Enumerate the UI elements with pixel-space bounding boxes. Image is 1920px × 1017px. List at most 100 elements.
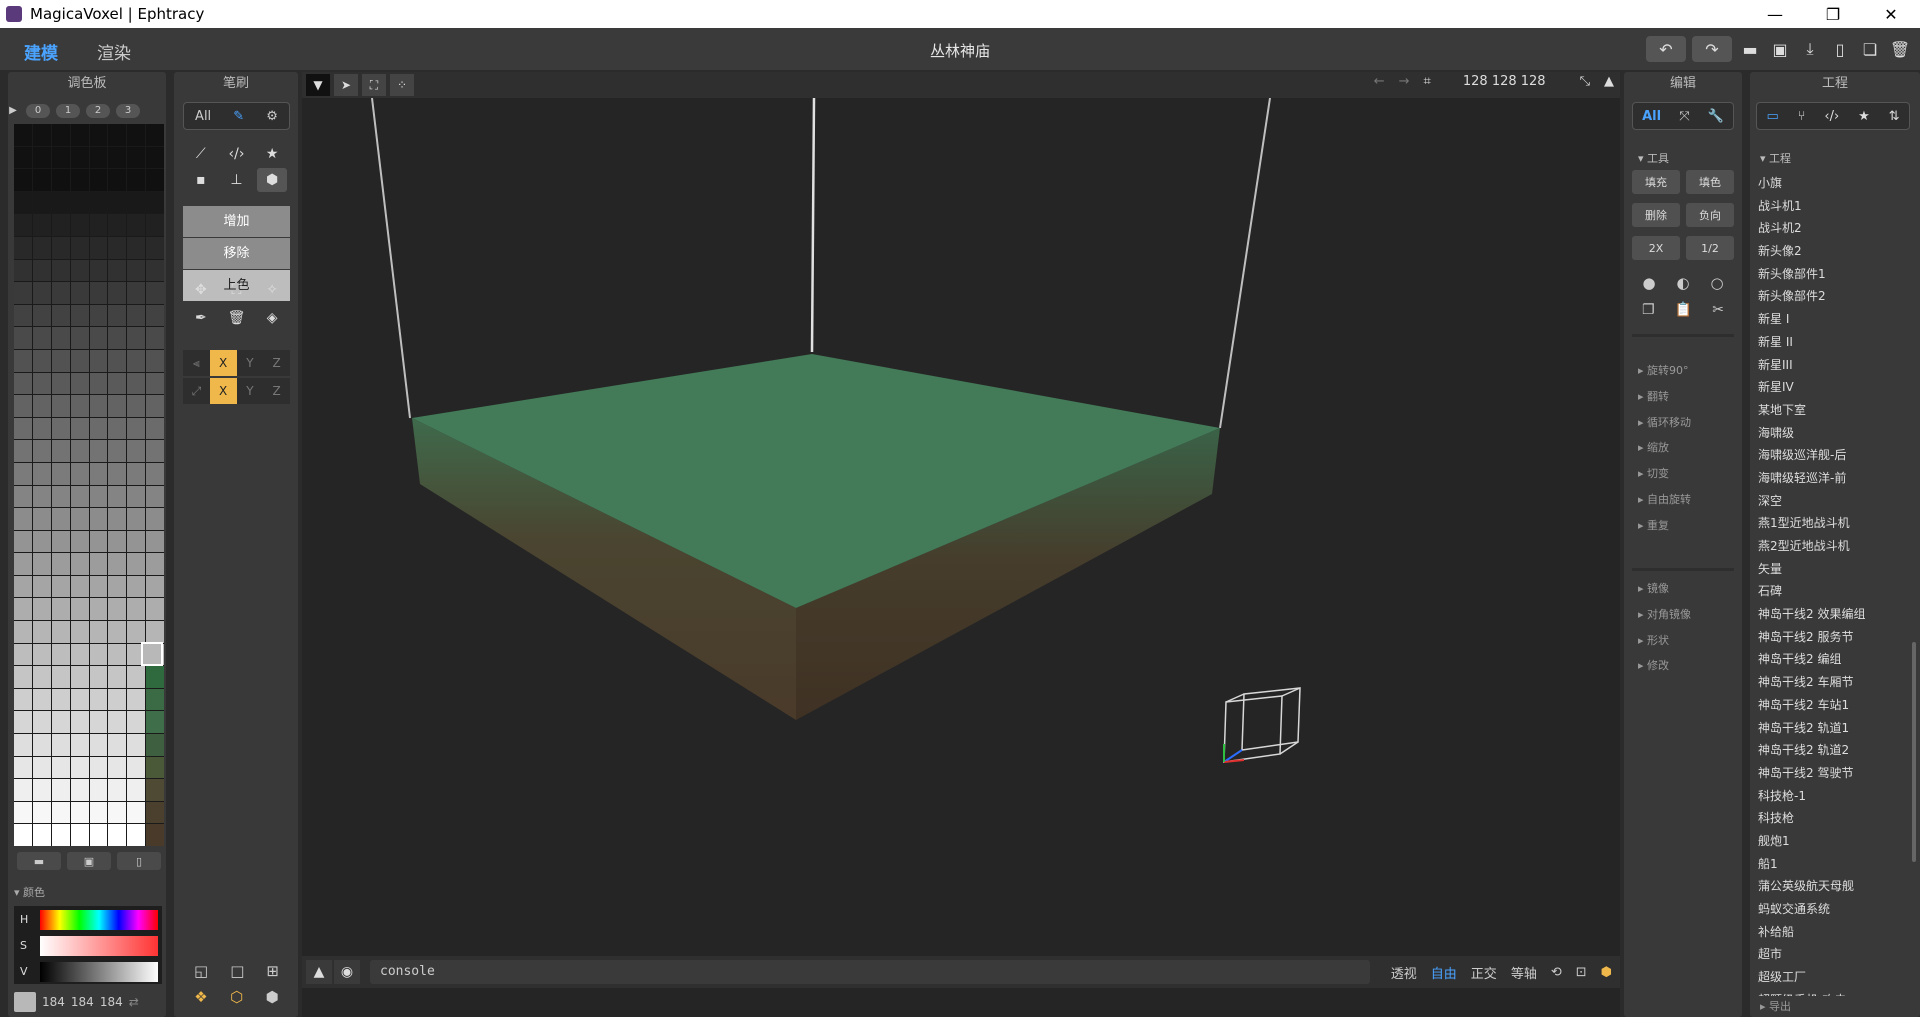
palette-swatch[interactable] [14, 462, 32, 485]
save-icon[interactable]: ▣ [1768, 36, 1792, 62]
view-free[interactable]: 自由 [1431, 963, 1457, 982]
project-list-item[interactable]: 海啸级轻巡洋-前 [1758, 467, 1908, 490]
project-list-item[interactable]: 神岛干线2 车厢节 [1758, 671, 1908, 694]
undo-icon[interactable]: ↶ [1646, 36, 1686, 62]
palette-swatch[interactable] [108, 643, 127, 666]
palette-swatch[interactable] [127, 417, 146, 440]
palette-swatch[interactable] [146, 598, 164, 621]
palette-swatch[interactable] [108, 191, 127, 214]
palette-swatch[interactable] [108, 598, 127, 621]
palette-swatch[interactable] [32, 711, 51, 734]
palette-swatch[interactable] [89, 146, 108, 169]
palette-swatch[interactable] [51, 349, 70, 372]
palette-swatch[interactable] [51, 779, 70, 801]
palette-swatch[interactable] [146, 395, 164, 417]
invert-button[interactable]: 负向 [1686, 203, 1734, 227]
project-list-item[interactable]: 科技枪-1 [1758, 785, 1908, 808]
palette-swatch[interactable] [127, 598, 146, 621]
palette-swatch[interactable] [14, 598, 32, 621]
project-list-item[interactable]: 神岛干线2 车站1 [1758, 694, 1908, 717]
frame-icon[interactable]: □ [230, 962, 244, 980]
hue-slider[interactable] [40, 910, 158, 930]
palette-swatch[interactable] [146, 688, 164, 711]
rgb-b[interactable]: 184 [100, 995, 123, 1009]
palette-swatch[interactable] [32, 779, 51, 801]
swap-icon[interactable]: ⇄ [129, 995, 139, 1009]
palette-swatch[interactable] [127, 282, 146, 304]
palette-swatch[interactable] [108, 124, 127, 146]
palette-swatch[interactable] [89, 395, 108, 417]
rgb-g[interactable]: 184 [71, 995, 94, 1009]
palette-swatch[interactable] [127, 530, 146, 553]
project-folder-icon[interactable]: ▭ [1766, 109, 1778, 124]
project-star-icon[interactable]: ★ [1858, 109, 1870, 124]
delete-icon[interactable]: 🗑 [221, 306, 251, 330]
palette-swatch[interactable] [127, 146, 146, 169]
palette-swatch[interactable] [51, 327, 70, 349]
palette-swatch[interactable] [70, 756, 89, 779]
palette-swatch[interactable] [51, 485, 70, 508]
palette-swatch[interactable] [89, 124, 108, 146]
palette-swatch[interactable] [127, 191, 146, 214]
select-frame-icon[interactable]: ⛶ [362, 74, 386, 96]
palette-swatch[interactable] [51, 169, 70, 191]
palette-swatch[interactable] [127, 304, 146, 327]
palette-swatch[interactable] [146, 124, 164, 146]
palette-swatch[interactable] [108, 485, 127, 508]
palette-swatch[interactable] [32, 485, 51, 508]
palette-swatch[interactable] [127, 688, 146, 711]
collapse-up-icon[interactable]: ▲ [1604, 74, 1614, 89]
palette-swatch[interactable] [89, 530, 108, 553]
palette-swatch[interactable] [51, 124, 70, 146]
project-list-item[interactable]: 超级工厂 [1758, 966, 1908, 989]
palette-swatch[interactable] [70, 508, 89, 530]
palette-swatch[interactable] [14, 553, 32, 575]
palette-swatch[interactable] [70, 327, 89, 349]
project-list-item[interactable]: 蚂蚁交通系统 [1758, 898, 1908, 921]
palette-swatch[interactable] [32, 124, 51, 146]
project-sort-icon[interactable]: ⇅ [1889, 109, 1900, 124]
line-brush-icon[interactable]: ⟋ [186, 142, 216, 166]
palette-swatch[interactable] [146, 282, 164, 304]
palette-swatch[interactable] [51, 530, 70, 553]
palette-swatch[interactable] [14, 666, 32, 688]
project-list-item[interactable]: 战斗机1 [1758, 195, 1908, 218]
project-scrollbar[interactable] [1912, 642, 1916, 862]
palette-swatch[interactable] [89, 462, 108, 485]
color-section-header[interactable]: ▾ 颜色 [14, 884, 45, 900]
palette-swatch[interactable] [127, 124, 146, 146]
palette-swatch[interactable] [70, 462, 89, 485]
project-list-item[interactable]: 船1 [1758, 853, 1908, 876]
palette-swatch[interactable] [70, 485, 89, 508]
mirror-z[interactable]: Z [263, 350, 290, 376]
palette-swatch[interactable] [89, 282, 108, 304]
palette-swatch[interactable] [32, 214, 51, 236]
palette-swatch[interactable] [89, 711, 108, 734]
palette-swatch[interactable] [14, 169, 32, 191]
palette-swatch[interactable] [108, 530, 127, 553]
palette-swatch[interactable] [108, 236, 127, 259]
palette-tab-1[interactable]: 1 [56, 104, 80, 118]
palette-swatch[interactable] [127, 824, 146, 846]
palette-swatch[interactable] [14, 508, 32, 530]
palette-swatch[interactable] [108, 146, 127, 169]
project-list-item[interactable]: 新头像部件1 [1758, 263, 1908, 286]
project-list-item[interactable]: 燕2型近地战斗机 [1758, 535, 1908, 558]
palette-swatch[interactable] [70, 666, 89, 688]
palette-swatch[interactable] [14, 779, 32, 801]
minimize-button[interactable]: — [1746, 0, 1804, 28]
palette-swatch[interactable] [146, 734, 164, 756]
palette-swatch[interactable] [108, 734, 127, 756]
palette-swatch[interactable] [51, 146, 70, 169]
palette-swatch[interactable] [32, 756, 51, 779]
palette-swatch[interactable] [51, 734, 70, 756]
edit-section-5[interactable]: ▸ 自由旋转 [1638, 491, 1691, 507]
palette-swatch[interactable] [51, 666, 70, 688]
project-list-item[interactable]: 新头像2 [1758, 240, 1908, 263]
palette-swatch[interactable] [51, 395, 70, 417]
brush-tab-gear-icon[interactable]: ⚙ [266, 109, 278, 124]
project-list-item[interactable]: 某地下室 [1758, 399, 1908, 422]
palette-swatch[interactable] [51, 508, 70, 530]
palette-swatch[interactable] [108, 801, 127, 824]
palette-swatch[interactable] [89, 801, 108, 824]
